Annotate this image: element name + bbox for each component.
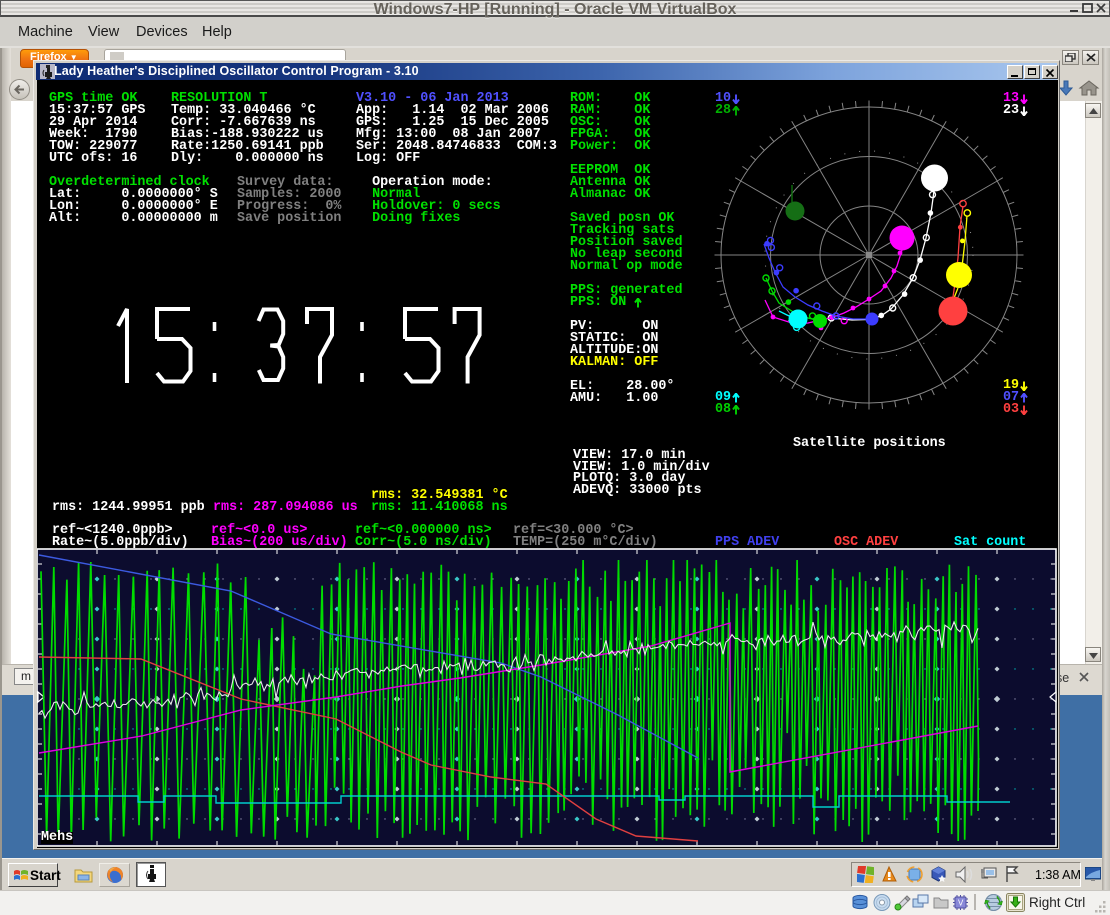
svg-text:V: V xyxy=(958,899,964,908)
